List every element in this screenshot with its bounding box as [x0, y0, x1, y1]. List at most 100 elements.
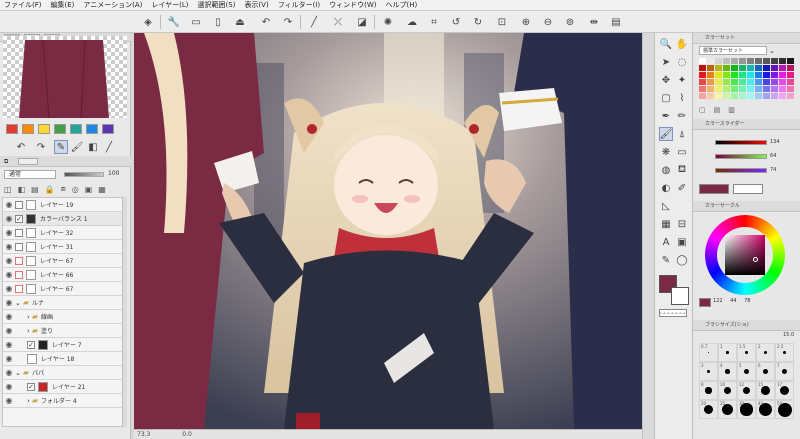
- brush-size-cell[interactable]: 30: [737, 400, 756, 419]
- layer-select-checkbox[interactable]: [15, 284, 23, 293]
- color-swatch[interactable]: [771, 86, 778, 92]
- layer-row[interactable]: ◉ › ▰ フォルダー 4: [3, 394, 125, 408]
- move-tool-icon[interactable]: ✥: [659, 73, 673, 87]
- color-swatch[interactable]: [779, 93, 786, 99]
- layer-prop-icon-1[interactable]: ◫: [4, 185, 12, 194]
- decoration-tool-icon[interactable]: ❋: [659, 145, 673, 159]
- layer-row[interactable]: ◉ レイヤー 32: [3, 226, 125, 240]
- color-swatch[interactable]: [707, 86, 714, 92]
- color-swatch[interactable]: [755, 93, 762, 99]
- color-swatch[interactable]: [779, 65, 786, 71]
- layer-select-checkbox[interactable]: ✓: [27, 382, 35, 391]
- color-swatch[interactable]: [699, 72, 706, 78]
- color-swatch[interactable]: [723, 65, 730, 71]
- color-swatch[interactable]: [731, 58, 738, 64]
- lasso-tool-icon[interactable]: ◌: [675, 55, 689, 69]
- color-swatch[interactable]: [747, 65, 754, 71]
- brush-size-cell[interactable]: 12: [737, 381, 756, 400]
- eye-icon[interactable]: ◉: [3, 200, 15, 209]
- canvas-vertical-scrollbar[interactable]: [642, 33, 654, 439]
- layer-mask-icon[interactable]: ▣: [85, 185, 93, 194]
- color-swatch[interactable]: [699, 58, 706, 64]
- layer-select-checkbox[interactable]: [15, 228, 23, 237]
- eye-icon[interactable]: ◉: [3, 270, 15, 279]
- eraser-small-icon[interactable]: ◧: [86, 140, 100, 154]
- red-slider[interactable]: [715, 140, 767, 145]
- transparent-color-swatch[interactable]: [659, 309, 687, 317]
- slider-sub-color[interactable]: [733, 184, 763, 194]
- color-swatch[interactable]: [715, 86, 722, 92]
- swatch-blue[interactable]: [86, 124, 98, 134]
- wrench-icon[interactable]: 🔧: [166, 14, 182, 30]
- brush-size-cell[interactable]: 6: [756, 362, 775, 381]
- swatch-red[interactable]: [6, 124, 18, 134]
- color-swatch[interactable]: [707, 93, 714, 99]
- balloon-tool-icon[interactable]: A: [659, 235, 673, 249]
- ruler-tool-icon[interactable]: ⊟: [675, 217, 689, 231]
- folder-expand-icon[interactable]: ›: [27, 397, 30, 405]
- color-swatch[interactable]: [699, 65, 706, 71]
- color-swatch[interactable]: [723, 93, 730, 99]
- replace-color-icon[interactable]: ▤: [714, 106, 721, 115]
- colorset-grid[interactable]: [699, 58, 795, 102]
- navigator-preview[interactable]: [3, 36, 127, 119]
- color-swatch[interactable]: [715, 93, 722, 99]
- menu-selection[interactable]: 選択範囲(S): [198, 0, 236, 11]
- colorset-select[interactable]: 標準カラーセット: [699, 46, 767, 55]
- eye-icon[interactable]: ◉: [3, 312, 15, 321]
- clear-icon[interactable]: ⤫: [330, 14, 346, 30]
- layer-row[interactable]: ◉ レイヤー 67: [3, 282, 125, 296]
- color-swatch[interactable]: [715, 58, 722, 64]
- brush-size-cell[interactable]: 3: [699, 362, 718, 381]
- color-swatch[interactable]: [779, 72, 786, 78]
- swatch-orange[interactable]: [22, 124, 34, 134]
- layer-row[interactable]: ◉ レイヤー 19: [3, 198, 125, 212]
- wheel-main-color[interactable]: [699, 298, 711, 307]
- layer-list-scrollbar[interactable]: [122, 197, 127, 427]
- brush-size-cell[interactable]: 2: [756, 343, 775, 362]
- eye-icon[interactable]: ◉: [3, 368, 15, 377]
- color-swatch[interactable]: [787, 58, 794, 64]
- eye-icon[interactable]: ◉: [3, 354, 15, 363]
- redo-icon[interactable]: ↷: [280, 14, 296, 30]
- color-swatch[interactable]: [699, 86, 706, 92]
- swatch-yellow[interactable]: [38, 124, 50, 134]
- layer-select-checkbox[interactable]: [15, 242, 23, 251]
- color-swatch[interactable]: [731, 72, 738, 78]
- color-swatch[interactable]: [771, 65, 778, 71]
- layer-row[interactable]: ◉ › ▰ 塗り: [3, 324, 125, 338]
- layer-draft-icon[interactable]: ▦: [98, 185, 106, 194]
- layer-ref-icon[interactable]: ◎: [72, 185, 79, 194]
- frame-tool-icon[interactable]: ◺: [659, 199, 673, 213]
- pencil-small-icon[interactable]: ╱: [102, 140, 116, 154]
- blue-slider[interactable]: [715, 168, 767, 173]
- color-swatch[interactable]: [747, 58, 754, 64]
- color-swatch[interactable]: [763, 79, 770, 85]
- brush-size-cell[interactable]: 8: [699, 381, 718, 400]
- color-swatch[interactable]: [763, 86, 770, 92]
- eye-icon[interactable]: ◉: [3, 284, 15, 293]
- sub-color-swatch[interactable]: [671, 287, 689, 305]
- figure-tool-icon[interactable]: ✐: [675, 181, 689, 195]
- eyedropper-icon[interactable]: ⌇: [675, 91, 689, 105]
- color-swatch[interactable]: [731, 93, 738, 99]
- zoom-tool-icon[interactable]: 🔍: [659, 37, 673, 51]
- color-swatch[interactable]: [699, 93, 706, 99]
- color-swatch[interactable]: [771, 72, 778, 78]
- zoom-fit-icon[interactable]: ⊡: [494, 14, 510, 30]
- menu-filter[interactable]: フィルター(I): [278, 0, 320, 11]
- folder-expand-icon[interactable]: ›: [27, 327, 30, 335]
- undo-icon[interactable]: ↶: [258, 14, 274, 30]
- flip-icon[interactable]: ⇹: [586, 14, 602, 30]
- eye-icon[interactable]: ◉: [3, 340, 15, 349]
- magic-wand-icon[interactable]: ✦: [675, 73, 689, 87]
- color-swatch[interactable]: [723, 79, 730, 85]
- color-swatch[interactable]: [755, 86, 762, 92]
- grid-icon[interactable]: ▤: [608, 14, 624, 30]
- swatch-green[interactable]: [54, 124, 66, 134]
- color-picker-cursor[interactable]: [753, 257, 758, 262]
- color-swatch[interactable]: [715, 65, 722, 71]
- operation-tool-icon[interactable]: ➤: [659, 55, 673, 69]
- layer-lock-icon[interactable]: 🔒: [45, 185, 55, 194]
- color-swatch[interactable]: [763, 58, 770, 64]
